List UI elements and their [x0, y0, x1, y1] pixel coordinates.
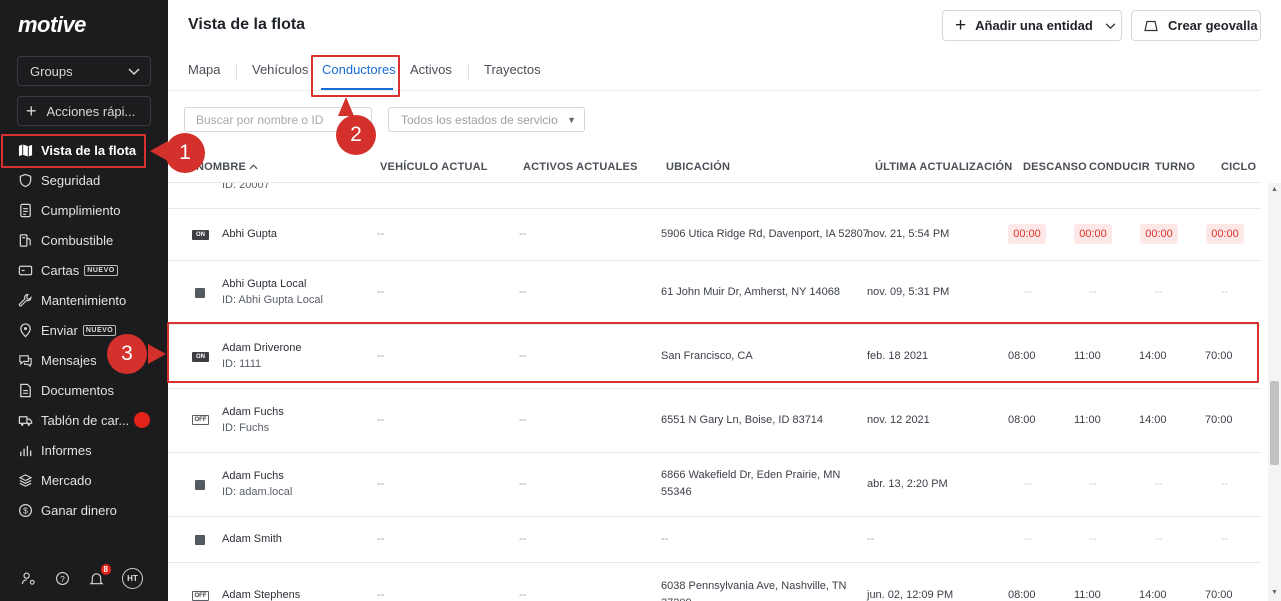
app-window: motive Groups + Acciones rápi... Vista d… — [0, 0, 1281, 601]
callout-step-2: 2 — [336, 115, 376, 155]
callout-pointers — [148, 97, 354, 364]
callout-step-3: 3 — [107, 334, 147, 374]
callout-step-1: 1 — [165, 133, 205, 173]
